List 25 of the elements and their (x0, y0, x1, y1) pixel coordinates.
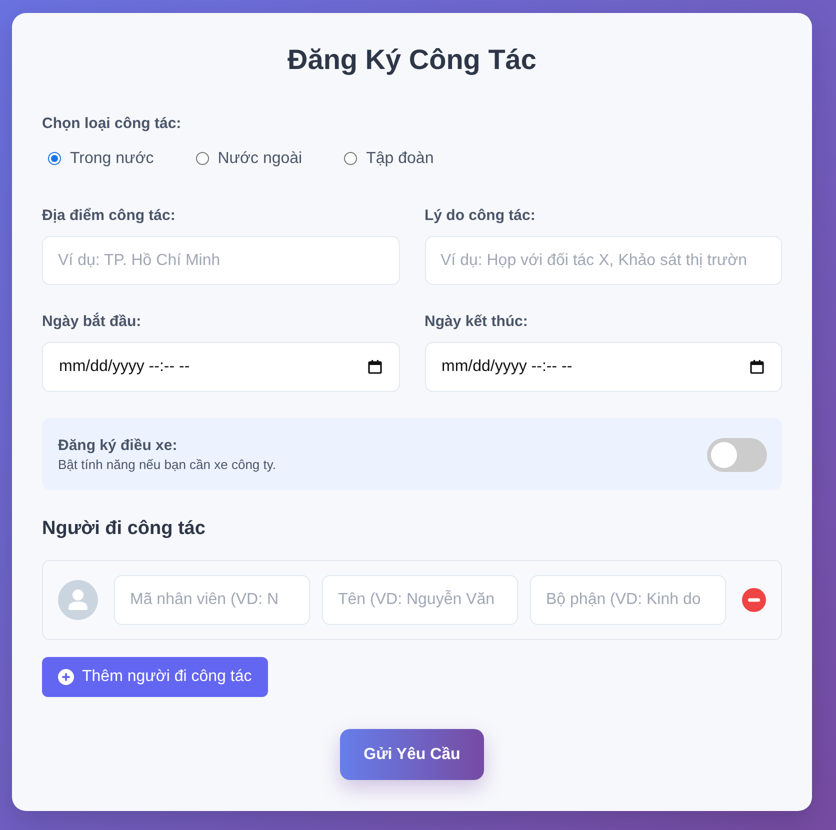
toggle-switch[interactable] (707, 438, 767, 472)
vehicle-description: Bật tính năng nếu bạn cần xe công ty. (58, 456, 276, 474)
field-label: Lý do công tác: (424, 206, 536, 226)
field-label: Địa điểm công tác: (42, 206, 176, 226)
radio-button[interactable] (344, 152, 358, 165)
date-time-field[interactable]: mm/dd/yyyy --:-- -- (42, 342, 400, 392)
radio-label[interactable]: Trong nước (70, 150, 154, 168)
avatar-icon (58, 580, 98, 620)
radio-label[interactable]: Tập đoàn (366, 150, 434, 168)
minus-circle-icon[interactable] (742, 588, 766, 612)
radio-label[interactable]: Nước ngoài (218, 150, 302, 168)
date-time-field[interactable]: mm/dd/yyyy --:-- -- (424, 342, 782, 392)
field-label: Ngày bắt đầu: (42, 312, 142, 332)
form-title: Đăng Ký Công Tác (286, 43, 538, 77)
plus-circle-icon (58, 669, 74, 685)
calendar-icon[interactable] (368, 360, 382, 374)
trip-type-label: Chọn loại công tác: (42, 114, 182, 134)
vehicle-title: Đăng ký điều xe: (58, 436, 178, 456)
field-label: Ngày kết thúc: (424, 312, 529, 332)
radio-button[interactable] (196, 152, 209, 165)
calendar-icon[interactable] (750, 360, 764, 374)
add-person-button[interactable]: Thêm người đi công tác (42, 657, 268, 697)
submit-button[interactable]: Gửi Yêu Cầu (340, 729, 484, 780)
section-heading: Người đi công tác (42, 517, 206, 541)
radio-button[interactable] (48, 152, 61, 165)
